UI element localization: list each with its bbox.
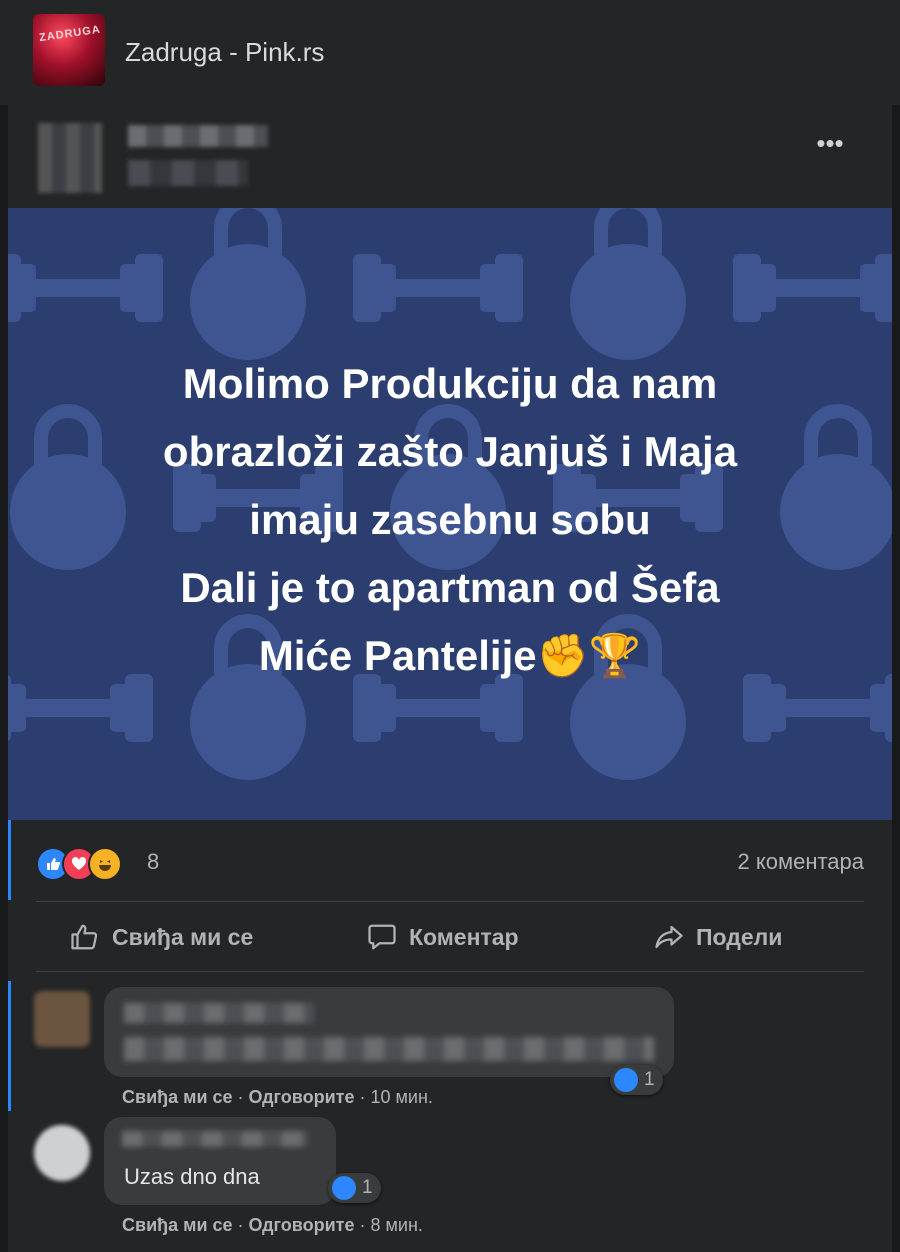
like-button-label: Свиђа ми се xyxy=(112,923,254,950)
comment-item: 1 Свиђа ми се · Одговорите · 10 мин. xyxy=(8,987,892,1117)
author-name-blurred[interactable] xyxy=(128,125,268,147)
comment-button-label: Коментар xyxy=(409,923,519,950)
reaction-count[interactable]: 8 xyxy=(147,849,159,875)
comment-like-badge[interactable]: 1 xyxy=(328,1173,381,1203)
group-avatar-logo: ZADRUGA xyxy=(38,23,102,45)
like-icon xyxy=(614,1068,638,1092)
comment-text: Uzas dno dna xyxy=(124,1164,260,1189)
share-icon xyxy=(655,925,683,949)
divider xyxy=(36,901,864,902)
more-options-icon[interactable]: ••• xyxy=(810,130,850,163)
share-button-label: Подели xyxy=(696,923,783,950)
comment-like-badge[interactable]: 1 xyxy=(610,1065,663,1095)
group-name[interactable]: Zadruga - Pink.rs xyxy=(125,37,324,68)
comment-text-blurred xyxy=(124,1037,654,1061)
share-button[interactable]: Подели xyxy=(652,905,782,969)
author-avatar[interactable] xyxy=(38,123,102,193)
comment-actions: Свиђа ми се · Одговорите · 8 мин. xyxy=(122,1215,423,1235)
comment-like-link[interactable]: Свиђа ми се xyxy=(122,1215,233,1235)
reactions-summary: 8 2 коментара xyxy=(8,837,892,887)
commenter-name-blurred[interactable] xyxy=(122,1131,308,1147)
group-avatar[interactable]: ZADRUGA xyxy=(33,14,105,86)
comment-time[interactable]: 8 мин. xyxy=(371,1215,423,1235)
comment-item: Uzas dno dna 1 Свиђа ми се · Одговорите … xyxy=(8,1117,892,1247)
comment-button[interactable]: Коментар xyxy=(365,905,519,969)
comment-bubble xyxy=(104,987,674,1077)
divider xyxy=(36,971,864,972)
group-header: ZADRUGA Zadruga - Pink.rs xyxy=(0,0,900,105)
post-actions: Свиђа ми се Коментар Подели xyxy=(8,905,892,969)
thumbs-up-icon xyxy=(71,924,98,950)
comment-like-count: 1 xyxy=(644,1069,655,1090)
comment-time[interactable]: 10 мин. xyxy=(371,1087,433,1107)
comment-bubble: Uzas dno dna xyxy=(104,1117,336,1205)
comment-like-count: 1 xyxy=(362,1177,373,1198)
comment-icon xyxy=(368,924,396,950)
commenter-avatar[interactable] xyxy=(34,991,90,1047)
commenter-name-blurred[interactable] xyxy=(124,1003,314,1023)
comment-reply-link[interactable]: Одговорите xyxy=(249,1215,355,1235)
haha-icon xyxy=(88,847,122,881)
comment-reply-link[interactable]: Одговорите xyxy=(249,1087,355,1107)
comment-actions: Свиђа ми се · Одговорите · 10 мин. xyxy=(122,1087,433,1107)
reaction-icons[interactable] xyxy=(36,847,136,881)
comment-like-link[interactable]: Свиђа ми се xyxy=(122,1087,233,1107)
like-icon xyxy=(332,1176,356,1200)
post-card: ••• Molimo Produkciju da nam obrazloži z… xyxy=(8,105,892,1252)
comments-count-link[interactable]: 2 коментара xyxy=(738,849,865,875)
commenter-avatar[interactable] xyxy=(34,1125,90,1181)
post-text: Molimo Produkciju da nam obrazloži zašto… xyxy=(162,360,738,679)
like-button[interactable]: Свиђа ми се xyxy=(68,905,253,969)
post-background: Molimo Produkciju da nam obrazloži zašto… xyxy=(8,208,892,820)
post-meta-blurred xyxy=(128,160,248,186)
